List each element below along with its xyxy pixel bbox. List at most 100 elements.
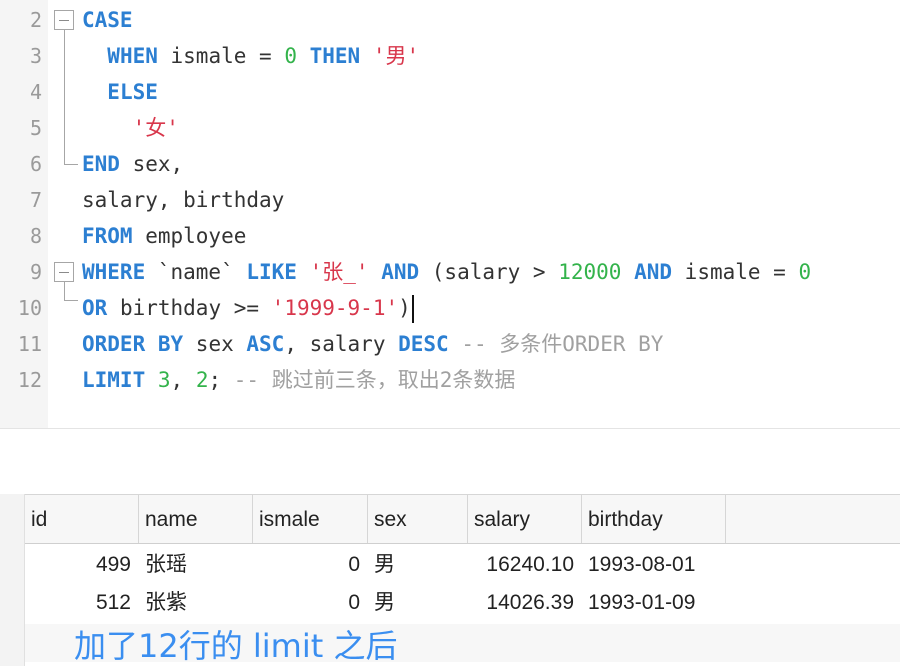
- sql-keyword: LIMIT: [82, 368, 146, 392]
- code-line[interactable]: ELSE: [82, 74, 158, 110]
- sql-text: ismale =: [157, 44, 285, 68]
- text-cursor: [411, 295, 414, 323]
- code-line[interactable]: OR birthday >= '1999-9-1'): [82, 290, 414, 326]
- fold-toggle-icon[interactable]: [54, 262, 74, 282]
- line-number: 9: [29, 260, 42, 284]
- sql-keyword: CASE: [82, 8, 133, 32]
- code-line[interactable]: CASE: [82, 2, 133, 38]
- table-row[interactable]: 512 张紫 0 男 14026.39 1993-01-09: [25, 584, 900, 622]
- cell-salary: 14026.39: [486, 591, 574, 614]
- sql-comment: -- 跳过前三条，取出2条数据: [233, 368, 516, 392]
- sql-keyword: AND: [381, 260, 420, 284]
- cell-ismale: 0: [348, 553, 360, 576]
- fold-guide: [64, 300, 78, 301]
- table-row[interactable]: 499 张瑶 0 男 16240.10 1993-08-01: [25, 546, 900, 584]
- sql-keyword: END: [82, 152, 120, 176]
- line-number: 11: [17, 332, 42, 356]
- cell-birthday: 1993-08-01: [588, 553, 696, 576]
- sql-keyword: ELSE: [107, 80, 158, 104]
- sql-number: 0: [284, 44, 297, 68]
- results-header-row: id name ismale sex salary birthday: [25, 494, 900, 544]
- code-line[interactable]: WHERE `name` LIKE '张_' AND (salary > 120…: [82, 254, 811, 290]
- sql-keyword: LIKE: [246, 260, 297, 284]
- sql-text: , salary: [284, 332, 399, 356]
- code-line[interactable]: ORDER BY sex ASC, salary DESC -- 多条件ORDE…: [82, 326, 663, 362]
- sql-string: '男': [372, 44, 420, 68]
- cell-salary: 16240.10: [486, 553, 574, 576]
- line-number: 6: [29, 152, 42, 176]
- sql-editor[interactable]: 2 3 4 5 6 7 8 9 10 11 12 CASE WHEN ismale = 0 THEN…: [0, 0, 900, 429]
- cell-birthday: 1993-01-09: [588, 591, 696, 614]
- sql-number: 3: [157, 368, 171, 392]
- sql-comment: -- 多条件ORDER BY: [448, 332, 664, 356]
- line-number: 2: [29, 8, 42, 32]
- sql-keyword: AND: [634, 260, 673, 284]
- annotation-caption: 加了12行的 limit 之后: [74, 627, 398, 665]
- code-line[interactable]: '女': [82, 110, 179, 146]
- column-header-id[interactable]: id: [25, 495, 139, 543]
- sql-keyword: WHEN: [107, 44, 158, 68]
- sql-keyword: ORDER BY: [82, 332, 184, 356]
- line-number: 4: [29, 80, 42, 104]
- code-line[interactable]: salary, birthday: [82, 182, 284, 218]
- sql-keyword: WHERE: [82, 260, 146, 284]
- sql-text: sex: [183, 332, 247, 356]
- sql-text: birthday >=: [107, 296, 272, 320]
- column-header-sex[interactable]: sex: [368, 495, 468, 543]
- cell-sex: 男: [374, 591, 395, 614]
- sql-text: ,: [170, 368, 196, 392]
- sql-text: ismale =: [672, 260, 799, 284]
- line-number: 7: [29, 188, 42, 212]
- sql-number: 2: [195, 368, 209, 392]
- line-number: 10: [17, 296, 42, 320]
- sql-text: sex,: [119, 152, 184, 176]
- sql-string: '张_': [309, 260, 369, 284]
- sql-string: '1999-9-1': [271, 296, 399, 320]
- cell-id: 499: [95, 553, 131, 576]
- sql-keyword: THEN: [309, 44, 361, 68]
- sql-text: employee: [132, 224, 247, 248]
- line-number: 8: [29, 224, 42, 248]
- cell-sex: 男: [374, 553, 395, 576]
- sql-text: `name`: [145, 260, 247, 284]
- sql-number: 0: [798, 260, 812, 284]
- line-number-gutter: 2 3 4 5 6 7 8 9 10 11 12: [0, 0, 48, 428]
- line-number: 5: [29, 116, 42, 140]
- sql-text: salary, birthday: [82, 188, 285, 212]
- line-number: 3: [29, 44, 42, 68]
- code-line[interactable]: WHEN ismale = 0 THEN '男': [82, 38, 419, 74]
- fold-guide: [64, 164, 78, 165]
- column-header-name[interactable]: name: [139, 495, 253, 543]
- sql-text: ;: [208, 368, 234, 392]
- code-line[interactable]: END sex,: [82, 146, 183, 182]
- column-header-ismale[interactable]: ismale: [253, 495, 368, 543]
- fold-guide: [64, 30, 65, 164]
- fold-toggle-icon[interactable]: [54, 10, 74, 30]
- cell-name: 张紫: [145, 591, 187, 614]
- sql-keyword: OR: [82, 296, 108, 320]
- column-header-salary[interactable]: salary: [468, 495, 582, 543]
- sql-text: ): [398, 296, 411, 320]
- sql-keyword: ASC: [246, 332, 285, 356]
- sql-string: '女': [132, 116, 179, 140]
- code-line[interactable]: LIMIT 3, 2; -- 跳过前三条，取出2条数据: [82, 362, 515, 398]
- cell-name: 张瑶: [145, 553, 187, 576]
- fold-guide: [64, 282, 65, 300]
- row-header-column: [0, 494, 25, 666]
- code-line[interactable]: FROM employee: [82, 218, 246, 254]
- sql-keyword: DESC: [398, 332, 449, 356]
- sql-text: (salary >: [419, 260, 559, 284]
- column-header-birthday[interactable]: birthday: [582, 495, 726, 543]
- sql-keyword: FROM: [82, 224, 133, 248]
- cell-id: 512: [95, 591, 131, 614]
- line-number: 12: [17, 368, 42, 392]
